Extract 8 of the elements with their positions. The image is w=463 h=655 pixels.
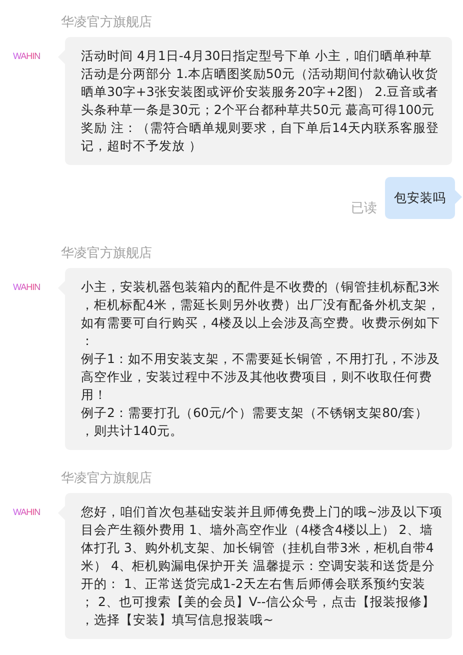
sender-name: 华凌官方旗舰店 bbox=[61, 470, 153, 488]
message-text: 包安装吗 bbox=[394, 189, 446, 207]
sender-name: 华凌官方旗舰店 bbox=[61, 14, 153, 32]
read-status: 已读 bbox=[351, 200, 377, 217]
sender-name: 华凌官方旗舰店 bbox=[61, 245, 153, 263]
message-text: 活动时间 4月1日-4月30日指定型号下单 小主，咱们晒单种草 活动是分两部分 1.本店晒图奖励50元（活动期间付款确认收货 晒单30字+3张安装图或评价安装服务20字+2图） 2.豆音或者 头条种草一条是30元；2个平台都种草共50元 蕞高可得100元 奖励 注：（需符合晒单规则要求，自下单后14天内联系客服登 记，超时不予发放 ） bbox=[81, 47, 440, 155]
message-text: 小主，安装机器包装箱内的配件是不收费的（铜管挂机标配3米 ，柜机标配4米，需延长则另外收费）出厂没有配备外机支架， 如有需要可自行购买，4楼及以上会涉及高空费。收费示例如下 ： 例子1：如不用安装支架，不需要延长铜管，不用打孔，不涉及 高空作业，安装过程中不涉及其他收费项目，则不收取任何费 用！ 例子2：需要打孔（60元/个）需要支架（不锈钢支架80/套） ，则共计140元。 bbox=[81, 278, 441, 440]
message-text: 您好，咱们首次包基础安装并且师傅免费上门的哦~涉及以下项 目会产生额外费用 1、墙外高空作业（4楼含4楼以上） 2、墙 体打孔 3、购外机支架、加长铜管（挂机自带3米，柜机自带4 米） 4、柜机购漏电保护开关 温馨提示：空调安装和送货是分 开的： 1、正常送货完成1-2天左右售后师傅会联系预约安装 ； 2、也可搜索【美的会员】V--信公众号，点击【报装报修】 ，选择【安装】填写信息报装哦~ bbox=[81, 503, 444, 629]
